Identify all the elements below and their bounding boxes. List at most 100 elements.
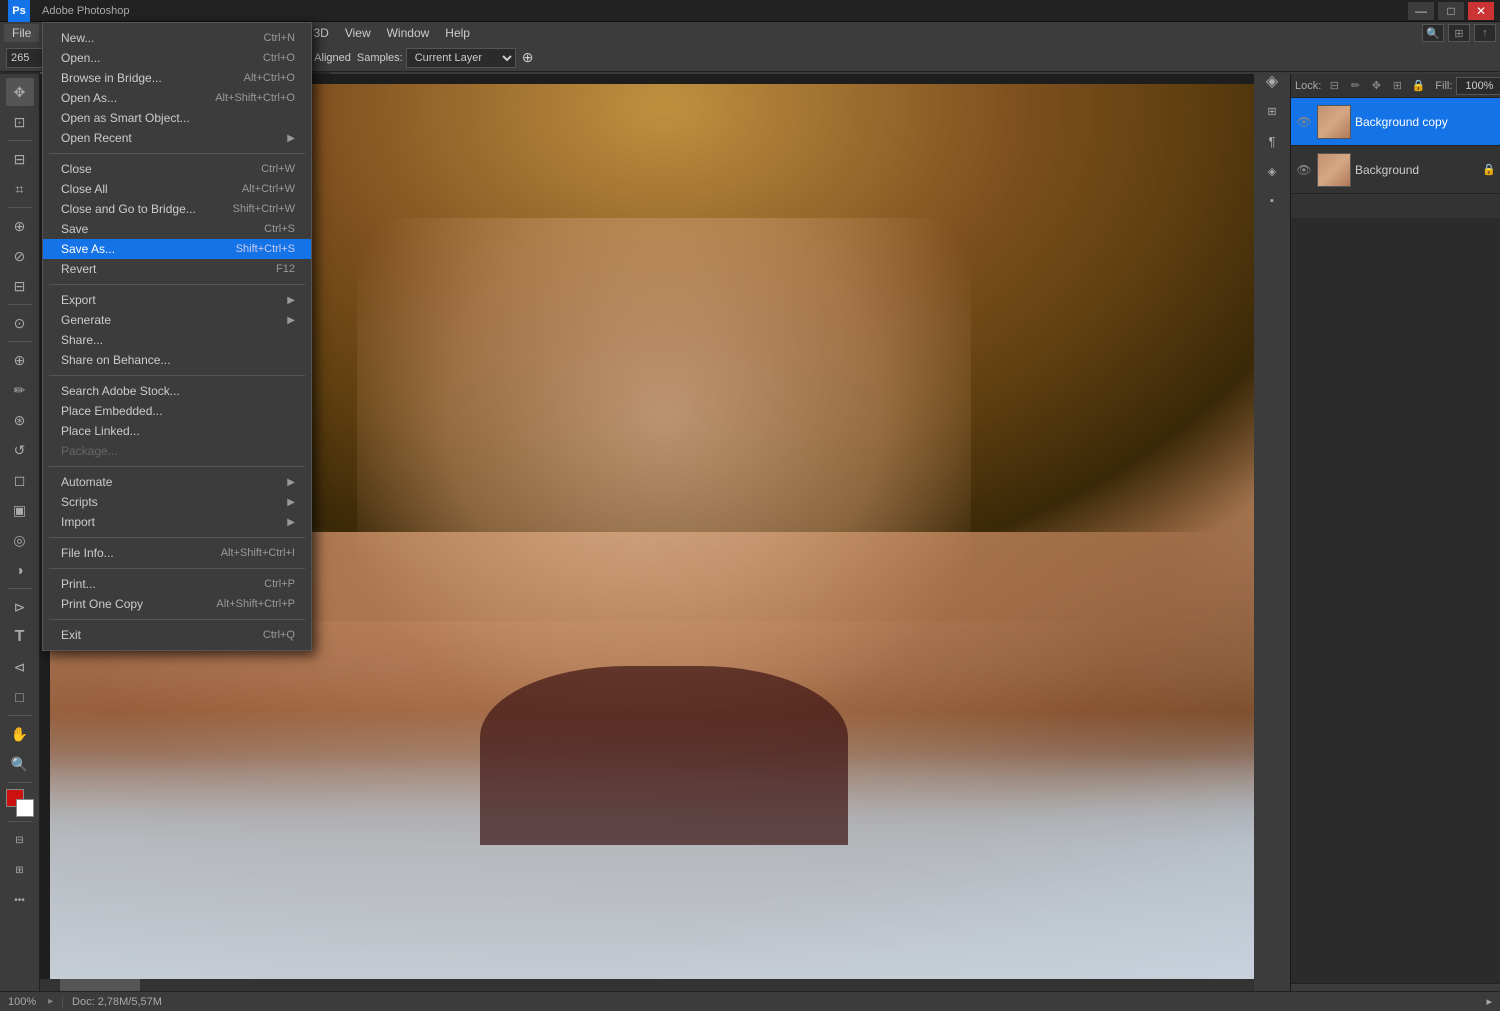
layer-visibility-bg[interactable]: 👁 <box>1295 161 1313 179</box>
marquee-tool[interactable]: ⊟ <box>6 145 34 173</box>
lock-position-icon[interactable]: ✥ <box>1367 77 1385 95</box>
layer-row-background[interactable]: 👁 Background 🔒 <box>1291 146 1500 194</box>
minimize-button[interactable]: — <box>1408 2 1434 20</box>
menu-file[interactable]: File <box>4 24 39 42</box>
menu-revert-shortcut: F12 <box>276 263 295 275</box>
menu-export[interactable]: Export ▶ <box>43 290 311 310</box>
menu-save[interactable]: Save Ctrl+S <box>43 219 311 239</box>
pen-tool[interactable]: ⊳ <box>6 593 34 621</box>
lasso-tool[interactable]: ⌗ <box>6 175 34 203</box>
menu-save-as[interactable]: Save As... Shift+Ctrl+S <box>43 239 311 259</box>
menu-browse-bridge[interactable]: Browse in Bridge... Alt+Ctrl+O <box>43 68 311 88</box>
dodge-tool[interactable]: ◑ <box>6 556 34 584</box>
menu-open-as[interactable]: Open As... Alt+Shift+Ctrl+O <box>43 88 311 108</box>
menu-close-bridge[interactable]: Close and Go to Bridge... Shift+Ctrl+W <box>43 199 311 219</box>
zoom-arrow-icon[interactable]: ▸ <box>48 996 53 1007</box>
workspace-icon[interactable]: ⊞ <box>1448 24 1470 42</box>
background-color[interactable] <box>16 799 34 817</box>
properties-icon[interactable]: ▪ <box>1258 187 1286 215</box>
menu-open-smart[interactable]: Open as Smart Object... <box>43 108 311 128</box>
menu-open-recent-label: Open Recent <box>61 131 132 145</box>
menu-print[interactable]: Print... Ctrl+P <box>43 574 311 594</box>
horizontal-scrollbar[interactable] <box>40 979 1278 991</box>
eraser-tool[interactable]: ◻ <box>6 466 34 494</box>
eyedropper-tool[interactable]: ⊙ <box>6 309 34 337</box>
slice-tool[interactable]: ⊟ <box>6 272 34 300</box>
menu-place-embedded[interactable]: Place Embedded... <box>43 401 311 421</box>
layer-row-background-copy[interactable]: 👁 Background copy <box>1291 98 1500 146</box>
swatches-icon[interactable]: ⊞ <box>1258 97 1286 125</box>
shape-tool[interactable]: □ <box>6 683 34 711</box>
menu-sep-5 <box>49 537 305 538</box>
quick-select-tool[interactable]: ⊕ <box>6 212 34 240</box>
layer-visibility-bg-copy[interactable]: 👁 <box>1295 113 1313 131</box>
menu-print-one-copy[interactable]: Print One Copy Alt+Shift+Ctrl+P <box>43 594 311 614</box>
maximize-button[interactable]: □ <box>1438 2 1464 20</box>
blur-tool[interactable]: ◎ <box>6 526 34 554</box>
heal-icon-btn[interactable]: ⊕ <box>522 49 534 66</box>
menu-close[interactable]: Close Ctrl+W <box>43 159 311 179</box>
menu-share[interactable]: Share... <box>43 330 311 350</box>
artboard-tool[interactable]: ⊡ <box>6 108 34 136</box>
menu-sep-3 <box>49 375 305 376</box>
menu-open[interactable]: Open... Ctrl+O <box>43 48 311 68</box>
menu-open-as-label: Open As... <box>61 91 117 105</box>
menu-import[interactable]: Import ▶ <box>43 512 311 532</box>
menu-window[interactable]: Window <box>379 24 438 42</box>
crop-tool[interactable]: ⊘ <box>6 242 34 270</box>
menu-place-linked[interactable]: Place Linked... <box>43 421 311 441</box>
menu-exit-label: Exit <box>61 628 81 642</box>
zoom-tool[interactable]: 🔍 <box>6 750 34 778</box>
menu-file-info[interactable]: File Info... Alt+Shift+Ctrl+I <box>43 543 311 563</box>
menu-save-as-label: Save As... <box>61 242 115 256</box>
menu-open-recent[interactable]: Open Recent ▶ <box>43 128 311 148</box>
menu-view[interactable]: View <box>337 24 379 42</box>
lock-label: Lock: <box>1295 80 1321 92</box>
menu-import-arrow: ▶ <box>287 517 295 528</box>
menu-search-stock[interactable]: Search Adobe Stock... <box>43 381 311 401</box>
file-menu-section-8: Exit Ctrl+Q <box>43 623 311 647</box>
app-logo: Ps <box>8 0 30 22</box>
close-button[interactable]: ✕ <box>1468 2 1494 20</box>
share-icon[interactable]: ↑ <box>1474 24 1496 42</box>
menu-automate[interactable]: Automate ▶ <box>43 472 311 492</box>
lock-transparent-icon[interactable]: ⊟ <box>1325 77 1343 95</box>
menu-exit[interactable]: Exit Ctrl+Q <box>43 625 311 645</box>
path-selection-tool[interactable]: ⊲ <box>6 653 34 681</box>
color-swatch[interactable] <box>6 789 34 817</box>
lock-image-icon[interactable]: ✏ <box>1346 77 1364 95</box>
search-icon[interactable]: 🔍 <box>1422 24 1444 42</box>
quick-mask-icon[interactable]: ⊟ <box>6 826 34 854</box>
gradient-tool[interactable]: ▣ <box>6 496 34 524</box>
menu-browse-bridge-label: Browse in Bridge... <box>61 71 162 85</box>
menu-scripts[interactable]: Scripts ▶ <box>43 492 311 512</box>
menu-close-all[interactable]: Close All Alt+Ctrl+W <box>43 179 311 199</box>
menu-share-behance[interactable]: Share on Behance... <box>43 350 311 370</box>
menu-scripts-arrow: ▶ <box>287 497 295 508</box>
right-panels: ◄ Layers Channels Paths ☰ Kind Kind Name… <box>1290 0 1500 1011</box>
paragraph-icon[interactable]: ¶ <box>1258 127 1286 155</box>
more-tools[interactable]: ••• <box>6 886 34 914</box>
menu-import-label: Import <box>61 515 95 529</box>
menu-revert[interactable]: Revert F12 <box>43 259 311 279</box>
glyphs-icon[interactable]: ◈ <box>1258 157 1286 185</box>
menu-generate[interactable]: Generate ▶ <box>43 310 311 330</box>
file-dropdown-menu: New... Ctrl+N Open... Ctrl+O Browse in B… <box>42 22 312 651</box>
clone-tool[interactable]: ⊛ <box>6 406 34 434</box>
history-brush-tool[interactable]: ↺ <box>6 436 34 464</box>
move-tool[interactable]: ✥ <box>6 78 34 106</box>
layer-thumb-bg-copy <box>1317 105 1351 139</box>
screen-mode-icon[interactable]: ⊞ <box>6 856 34 884</box>
menu-help[interactable]: Help <box>437 24 478 42</box>
layers-list: 👁 Background copy 👁 Background 🔒 <box>1291 98 1500 218</box>
fill-input[interactable] <box>1456 77 1500 95</box>
lock-artboard-icon[interactable]: ⊞ <box>1388 77 1406 95</box>
heal-tool[interactable]: ⊕ <box>6 346 34 374</box>
samples-select[interactable]: Current Layer All Layers Current & Below <box>406 48 516 68</box>
lock-all-icon[interactable]: 🔒 <box>1409 77 1427 95</box>
brush-tool[interactable]: ✏ <box>6 376 34 404</box>
menu-new[interactable]: New... Ctrl+N <box>43 28 311 48</box>
hand-tool[interactable]: ✋ <box>6 720 34 748</box>
status-arrow-icon[interactable]: ▸ <box>1486 995 1492 1008</box>
type-tool[interactable]: T <box>6 623 34 651</box>
